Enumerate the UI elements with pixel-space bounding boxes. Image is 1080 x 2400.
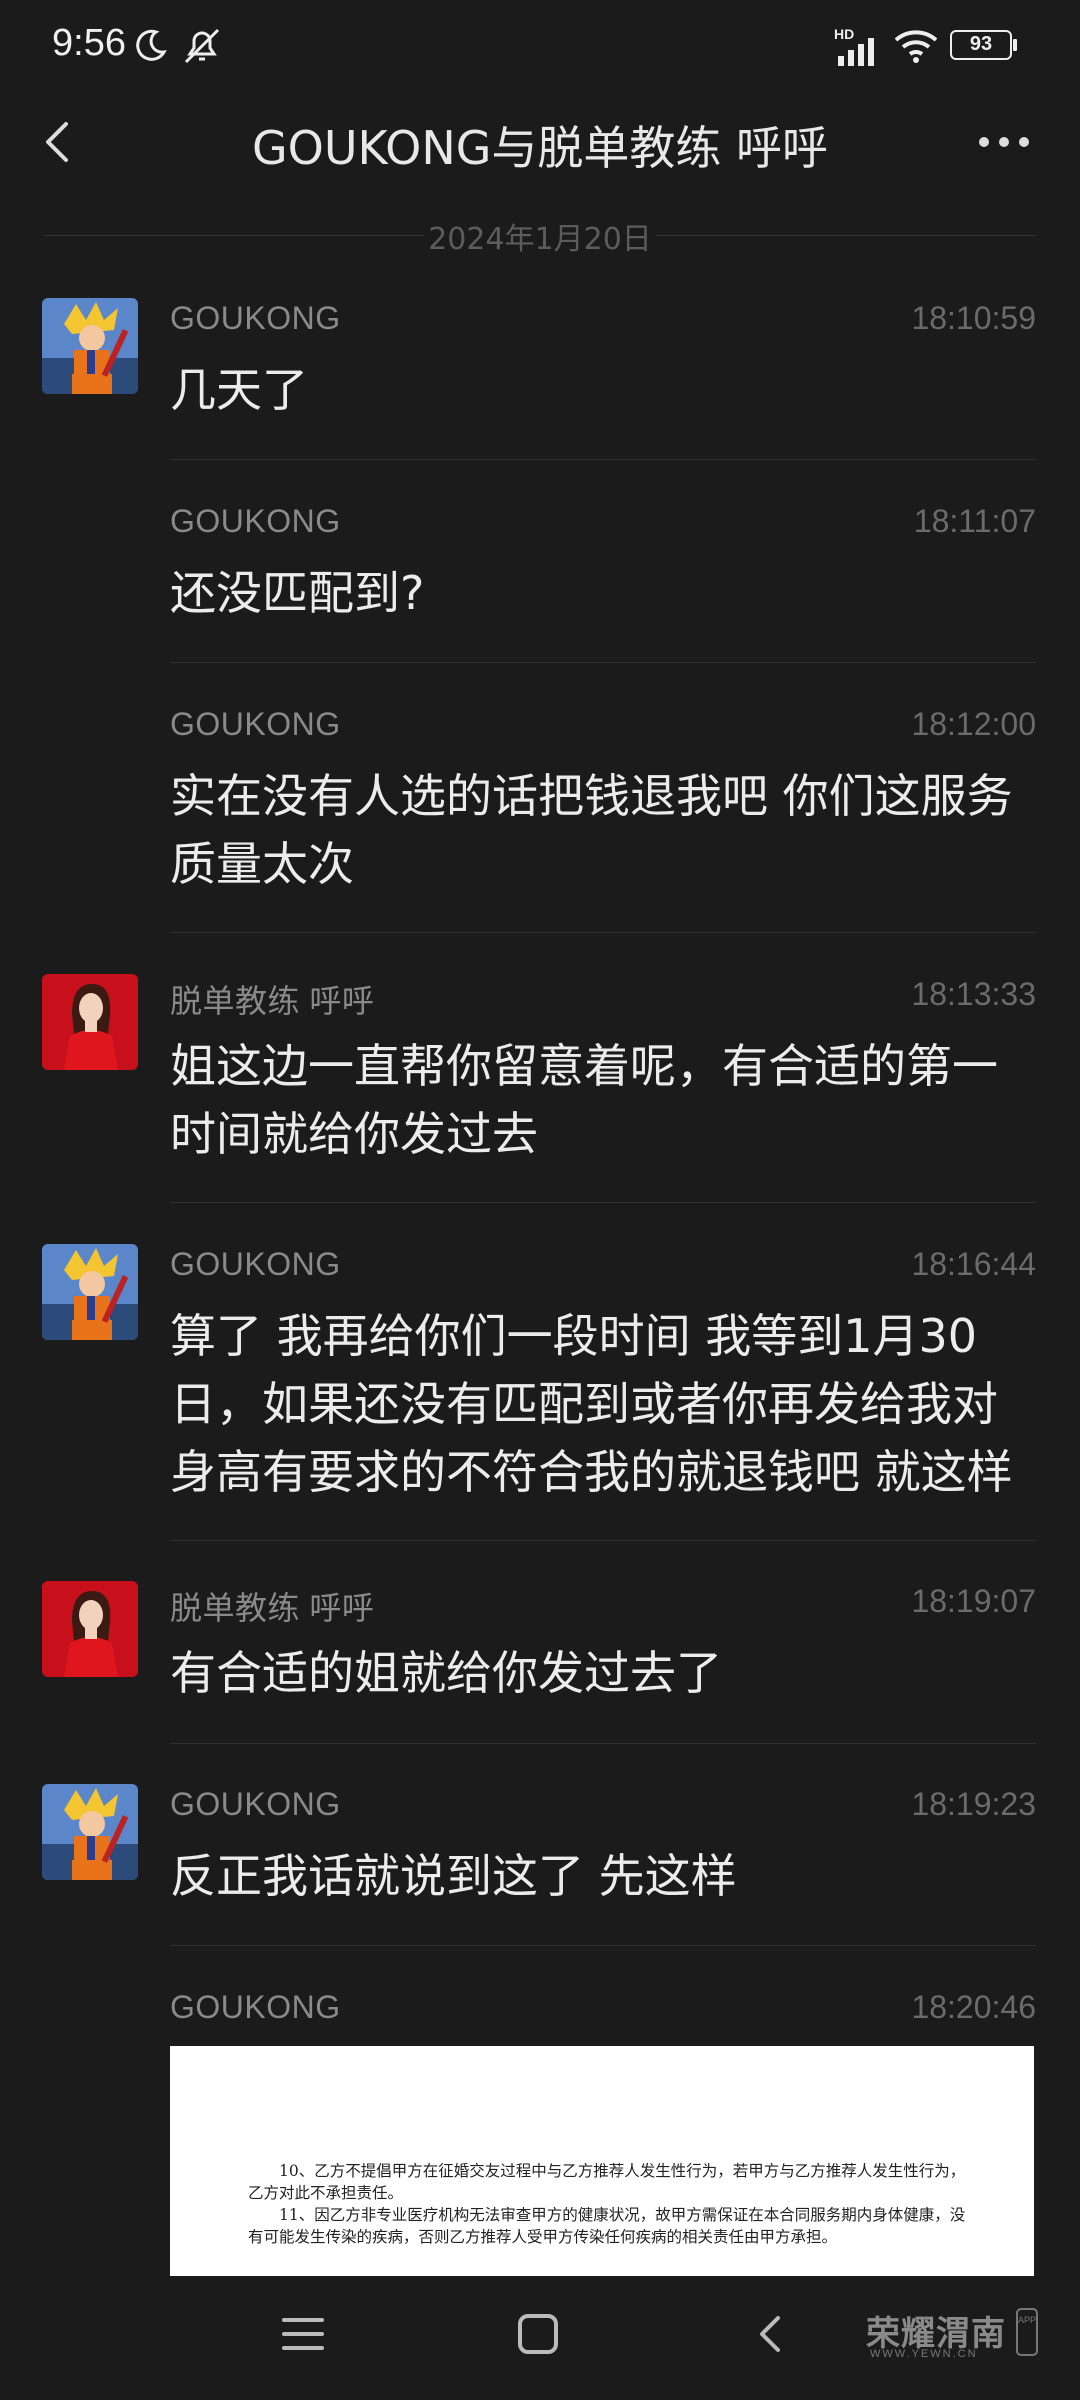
status-time: 9:56 <box>52 22 126 64</box>
message-text: 还没匹配到? <box>170 566 425 620</box>
signal-icon <box>838 38 874 66</box>
back-triangle-icon <box>760 2316 780 2352</box>
message-time: 18:12:00 <box>911 706 1036 742</box>
goku-avatar[interactable] <box>42 1784 138 1880</box>
battery-level: 93 <box>969 33 993 55</box>
coach-avatar[interactable] <box>42 974 138 1070</box>
goku-avatar-image <box>42 298 138 394</box>
message-time: 18:11:07 <box>913 503 1036 539</box>
nav-back-button[interactable] <box>750 2312 794 2360</box>
menu-icon <box>282 2318 324 2350</box>
message-item[interactable]: GOUKONG 18:19:23 反正我话就说到这了 先这样 <box>0 1784 1080 1946</box>
image-attachment[interactable]: 10、乙方不提倡甲方在征婚交友过程中与乙方推荐人发生性行为，若甲方与乙方推荐人发… <box>170 2046 1034 2276</box>
sender-name: 脱单教练 呼呼 <box>170 983 375 1019</box>
message-text: 实在没有人选的话把钱退我吧 你们这服务质量太次 <box>170 769 1013 891</box>
menu-button[interactable] <box>278 2312 328 2360</box>
sender-name: GOUKONG <box>170 1786 341 1822</box>
sender-name: GOUKONG <box>170 1246 341 1282</box>
goku-avatar[interactable] <box>42 1244 138 1340</box>
message-text: 有合适的姐就给你发过去了 <box>170 1646 722 1700</box>
message-item[interactable]: GOUKONG 18:20:46 <box>0 1987 1080 2047</box>
status-bar: 9:56 HD 93 <box>0 0 1080 92</box>
watermark-logo: 荣耀渭南 WWW.YEWN.CN APP <box>866 2306 1038 2364</box>
message-separator <box>170 1202 1036 1203</box>
watermark-url: WWW.YEWN.CN <box>870 2348 978 2360</box>
message-text: 姐这边一直帮你留意着呢，有合适的第一时间就给你发过去 <box>170 1039 998 1161</box>
back-chevron-icon <box>46 122 68 162</box>
message-text: 几天了 <box>170 363 308 417</box>
date-divider-text: 2024年1月20日 <box>428 222 652 257</box>
message-item[interactable]: GOUKONG 18:11:07 还没匹配到? <box>0 501 1080 663</box>
message-time: 18:20:46 <box>911 1989 1036 2025</box>
coach-avatar-image <box>42 1581 138 1677</box>
chat-title: GOUKONG与脱单教练 呼呼 <box>251 121 829 175</box>
title-bar: GOUKONG与脱单教练 呼呼 <box>0 92 1080 192</box>
message-item[interactable]: GOUKONG 18:10:59 几天了 <box>0 298 1080 460</box>
coach-avatar-image <box>42 974 138 1070</box>
date-divider-line-right <box>656 235 1036 236</box>
date-divider: 2024年1月20日 <box>44 214 1036 257</box>
message-time: 18:19:07 <box>911 1583 1036 1619</box>
watermark-app-badge: APP <box>1016 2308 1038 2356</box>
battery-tip <box>1013 39 1017 51</box>
wifi-icon <box>894 30 938 63</box>
coach-avatar[interactable] <box>42 1581 138 1677</box>
home-button[interactable] <box>514 2312 562 2360</box>
message-time: 18:10:59 <box>911 300 1036 336</box>
navigation-bar: 荣耀渭南 WWW.YEWN.CN APP <box>0 2276 1080 2400</box>
sender-name: GOUKONG <box>170 503 341 539</box>
message-separator <box>170 1945 1036 1946</box>
message-separator <box>170 1540 1036 1541</box>
goku-avatar-image <box>42 1244 138 1340</box>
sender-name: GOUKONG <box>170 1989 341 2025</box>
message-time: 18:13:33 <box>911 976 1036 1012</box>
sender-name: GOUKONG <box>170 300 341 336</box>
sender-name: GOUKONG <box>170 706 341 742</box>
more-dots-icon <box>979 137 1029 147</box>
document-paragraph: 10、乙方不提倡甲方在征婚交友过程中与乙方推荐人发生性行为，若甲方与乙方推荐人发… <box>248 2162 966 2202</box>
back-button[interactable] <box>30 110 94 174</box>
message-item[interactable]: GOUKONG 18:16:44 算了 我再给你们一段时间 我等到1月30日，如… <box>0 1244 1080 1541</box>
message-item[interactable]: 脱单教练 呼呼 18:19:07 有合适的姐就给你发过去了 <box>0 1581 1080 1744</box>
mute-bell-icon <box>184 28 220 64</box>
document-paragraph: 11、因乙方非专业医疗机构无法审查甲方的健康状况，故甲方需保证在本合同服务期内身… <box>248 2206 966 2246</box>
message-text: 算了 我再给你们一段时间 我等到1月30日，如果还没有匹配到或者你再发给我对身高… <box>170 1309 1013 1499</box>
message-separator <box>170 459 1036 460</box>
message-item[interactable]: 脱单教练 呼呼 18:13:33 姐这边一直帮你留意着呢，有合适的第一时间就给你… <box>0 974 1080 1203</box>
battery-icon: 93 <box>950 30 1012 60</box>
message-text: 反正我话就说到这了 先这样 <box>170 1849 737 1903</box>
goku-avatar[interactable] <box>42 298 138 394</box>
more-button[interactable] <box>968 116 1040 168</box>
message-time: 18:16:44 <box>911 1246 1036 1282</box>
message-item[interactable]: GOUKONG 18:12:00 实在没有人选的话把钱退我吧 你们这服务质量太次 <box>0 704 1080 933</box>
sender-name: 脱单教练 呼呼 <box>170 1590 375 1626</box>
message-time: 18:19:23 <box>911 1786 1036 1822</box>
message-separator <box>170 1743 1036 1744</box>
moon-icon <box>136 29 167 61</box>
home-square-icon <box>518 2314 558 2354</box>
message-separator <box>170 932 1036 933</box>
goku-avatar-image <box>42 1784 138 1880</box>
message-separator <box>170 662 1036 663</box>
